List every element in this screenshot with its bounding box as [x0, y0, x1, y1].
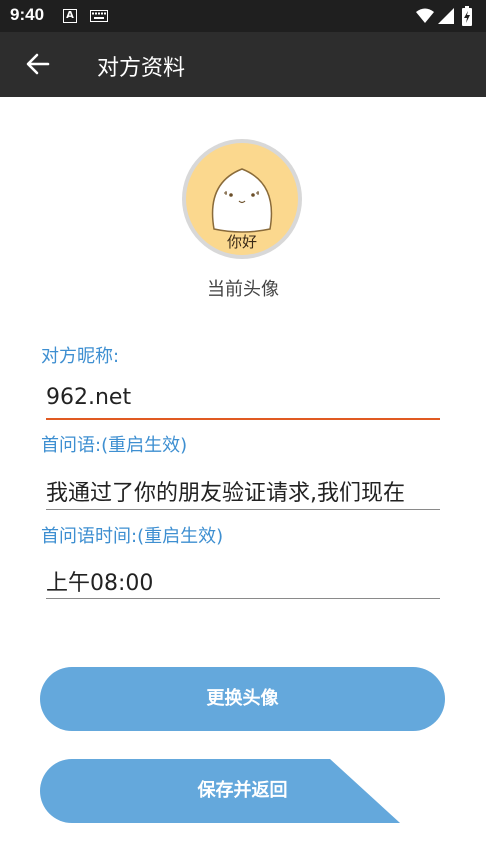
page-title: 对方资料 [97, 56, 186, 81]
wifi-icon [416, 8, 434, 23]
avatar-image: 你好 [186, 143, 298, 255]
battery-charging-icon [462, 6, 472, 26]
save-return-button-wrap: 保存并返回 [40, 759, 445, 823]
nickname-label: 对方昵称: [41, 346, 120, 367]
change-avatar-button[interactable]: 更换头像 [40, 667, 445, 731]
save-return-button[interactable]: 保存并返回 [40, 759, 445, 823]
greeting-time-underline [46, 598, 440, 599]
notification-a-icon: A [63, 9, 77, 23]
avatar-illustration: 你好 [211, 168, 273, 251]
signal-icon [438, 8, 454, 24]
greeting-input[interactable]: 我通过了你的朋友验证请求,我们现在 [46, 475, 440, 507]
status-time: 9:40 [10, 5, 45, 24]
app-bar: 对方资料 [0, 32, 486, 97]
greeting-underline [46, 509, 440, 510]
avatar-lettering: 你好 [227, 233, 257, 251]
nickname-underline [46, 418, 440, 420]
status-bar: 9:40 A [0, 0, 486, 32]
arrow-left-icon[interactable] [26, 52, 50, 76]
greeting-time-label: 首问语时间:(重启生效) [41, 526, 224, 547]
avatar[interactable]: 你好 [182, 139, 302, 259]
greeting-time-input[interactable]: 上午08:00 [46, 565, 440, 597]
nickname-input[interactable]: 962.net [46, 385, 440, 410]
avatar-caption: 当前头像 [207, 279, 279, 300]
greeting-label: 首问语:(重启生效) [41, 435, 188, 456]
keyboard-icon [90, 10, 108, 22]
